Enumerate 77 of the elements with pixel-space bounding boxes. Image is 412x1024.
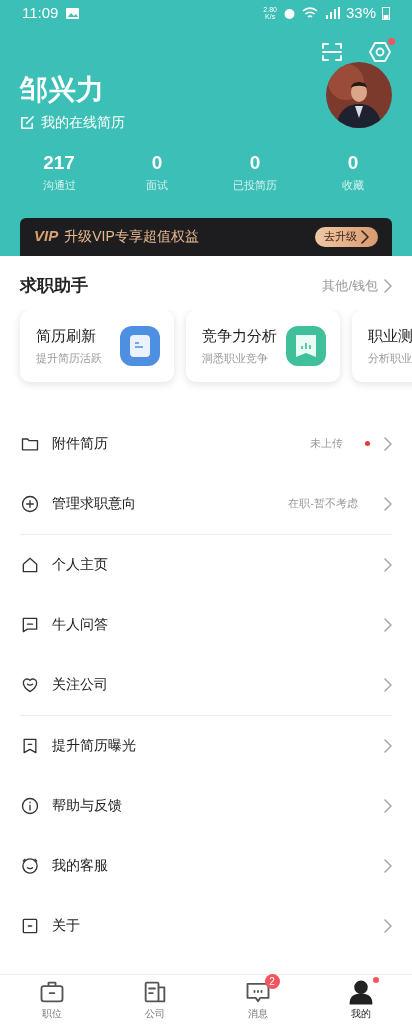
menu-label: 牛人问答 [52,615,109,634]
chevron-icon [361,229,369,244]
card-subtitle: 分析职业 [368,350,412,366]
stat-label: 沟通过 [42,178,76,193]
chevron-icon [384,738,392,753]
menu-value: 在职-暂不考虑 [288,496,358,512]
smile-icon [20,855,40,876]
image-icon [66,7,80,19]
menu-item[interactable]: 我的客服 [20,835,392,896]
menu-label: 个人主页 [52,555,109,574]
stat-value: 0 [151,151,163,175]
chevron-icon [384,557,392,572]
section-title: 求职助手 [20,274,88,297]
menu-item[interactable]: 提升简历曝光 [20,715,392,776]
vip-banner[interactable]: VIP 升级VIP专享超值权益 去升级 [20,217,392,256]
chevron-icon [384,278,392,293]
chevron-icon [384,496,392,511]
menu-label: 提升简历曝光 [52,736,137,755]
card-title: 简历刷新 [36,326,97,346]
vip-logo: VIP [34,226,59,247]
vip-text: 升级VIP专享超值权益 [64,227,199,246]
nav-label: 职位 [41,1007,62,1021]
chevron-icon [384,436,392,451]
nav-tab[interactable]: 我的 [309,975,412,1024]
chevron-icon [384,617,392,632]
card-subtitle: 洞悉职业竞争 [202,350,269,366]
nav-label: 公司 [144,1007,165,1021]
menu-label: 关注公司 [52,675,109,694]
battery-level: 33% [345,2,376,23]
menu-item[interactable]: 附件简历 未上传 [20,413,392,474]
stat-label: 收藏 [342,178,364,193]
chevron-icon [384,858,392,873]
unread-badge: 2 [264,974,280,989]
menu-item[interactable]: 管理求职意向 在职-暂不考虑 [20,473,392,534]
battery-icon [382,6,390,20]
menu-label: 关于 [52,916,81,935]
tool-card[interactable]: 职业测 分析职业 [352,309,412,382]
card-title: 职业测 [368,326,412,346]
menu-item[interactable]: 关于 [20,895,392,956]
stat-value: 0 [249,151,261,175]
menu-item[interactable]: 关注公司 [20,654,392,715]
chart-icon [286,325,326,366]
stat-value: 0 [347,151,359,175]
chevron-icon [384,677,392,692]
nav-tab[interactable]: 2 消息 [206,975,309,1024]
stat-label: 面试 [146,178,168,193]
menu-label: 管理求职意向 [52,494,137,513]
menu-item[interactable]: 帮助与反馈 [20,775,392,836]
upgrade-button[interactable]: 去升级 [315,226,378,247]
plus-icon [20,493,40,514]
edit-icon [20,115,35,130]
menu-label: 附件简历 [52,434,109,453]
card-subtitle: 提升简历活跃 [36,350,102,366]
document-icon [120,325,160,366]
tool-card[interactable]: 简历刷新 提升简历活跃 [20,309,174,382]
tool-card[interactable]: 竞争力分析 洞悉职业竞争 [186,309,340,382]
menu-label: 我的客服 [52,856,109,875]
chevron-icon [384,798,392,813]
nav-label: 我的 [350,1007,371,1021]
nav-label: 消息 [247,1007,268,1021]
chevron-icon [384,918,392,933]
menu-value: 未上传 [310,436,343,452]
menu-label: 帮助与反馈 [52,796,123,815]
stat-value: 217 [43,151,75,175]
nav-tab[interactable]: 职位 [0,975,103,1024]
card-title: 竞争力分析 [202,326,277,346]
scan-icon[interactable] [320,40,344,64]
stat-label: 已投简历 [233,178,277,193]
menu-item[interactable]: 牛人问答 [20,594,392,655]
menu-item[interactable]: 个人主页 [20,534,392,595]
status-time: 11:09 [22,2,59,23]
info-icon [20,795,40,816]
wifi-icon [301,7,318,19]
nav-tab[interactable]: 公司 [103,975,206,1024]
user-name: 邹兴力 [20,73,105,107]
signal-icon [323,7,340,19]
settings-icon[interactable] [368,40,392,64]
